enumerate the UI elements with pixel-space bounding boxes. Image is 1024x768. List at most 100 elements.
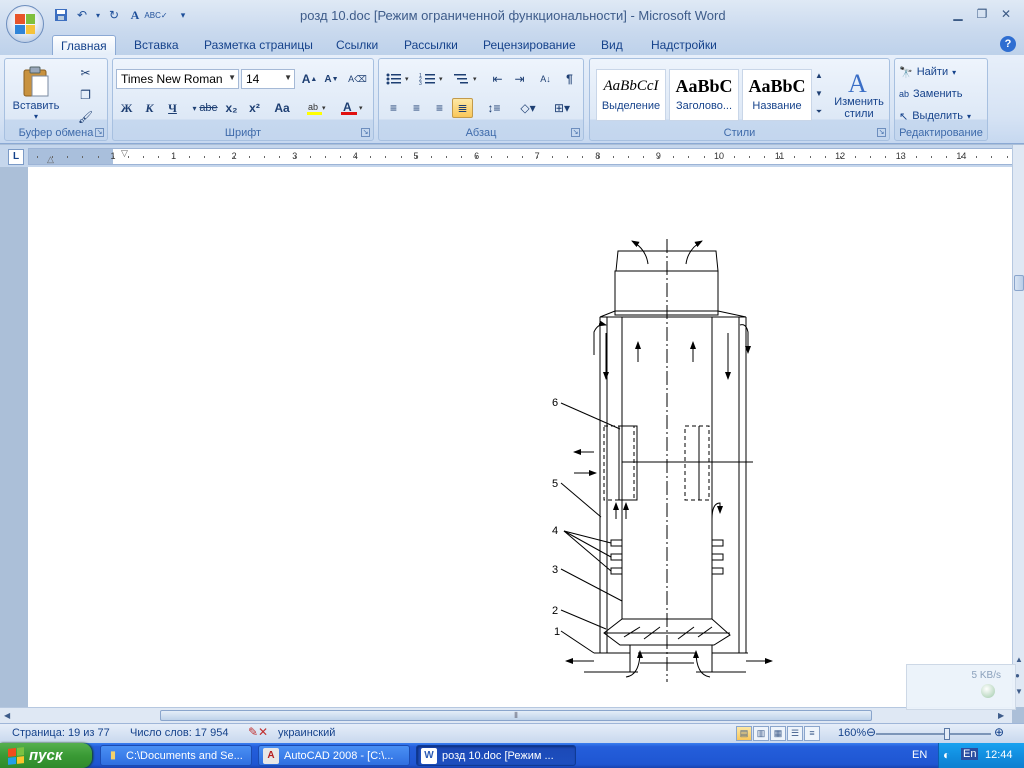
scroll-right-icon[interactable]: ▶ [998,711,1004,720]
tray-language-icon[interactable]: En [961,748,979,760]
style-heading[interactable]: AaBbC Заголово... [669,69,739,121]
tab-references[interactable]: Ссылки [328,35,386,56]
zoom-in-icon[interactable]: ⊕ [994,725,1004,739]
tab-addins[interactable]: Надстройки [643,35,725,56]
justify-icon[interactable]: ≣ [452,98,473,118]
full-screen-icon[interactable]: ▥ [753,726,769,741]
input-language[interactable]: EN [912,749,927,761]
tab-review[interactable]: Рецензирование [475,35,584,56]
horizontal-scrollbar[interactable]: ◀ ⦀ ▶ [0,707,1012,723]
decrease-indent-icon[interactable]: ⇤ [487,69,508,89]
change-case-button[interactable]: Aa [269,98,295,118]
font-size-combo[interactable]: 14 ▼ [241,69,295,89]
word-count[interactable]: Число слов: 17 954 [130,727,228,739]
align-left-icon[interactable]: ≡ [383,98,404,118]
scroll-left-icon[interactable]: ◀ [4,711,10,720]
outline-icon[interactable]: ☰ [787,726,803,741]
styles-scroll-up-icon[interactable]: ▲ [812,67,826,84]
proofing-icon[interactable]: ✎✕ [248,725,268,739]
task-word[interactable]: W розд 10.doc [Режим ... [416,745,576,766]
restore-icon[interactable]: ❐ [974,6,990,22]
paste-dropdown-icon[interactable]: ▾ [34,112,38,121]
spelling-icon[interactable]: ABC✓ [144,6,167,24]
bold-button[interactable]: Ж [116,98,137,118]
text-format-icon[interactable]: A [126,6,144,24]
print-layout-icon[interactable]: ▤ [736,726,752,741]
customize-qat-icon[interactable]: ▾ [174,6,192,24]
font-name-combo[interactable]: Times New Roman ▼ [116,69,239,89]
subscript-button[interactable]: x₂ [221,98,242,118]
highlight-icon[interactable]: ab ▾ [303,98,331,118]
tab-selector-icon[interactable]: L [8,149,24,165]
tab-home[interactable]: Главная [52,35,116,56]
copy-icon[interactable]: ❐ [75,85,96,105]
font-launcher-icon[interactable]: ↘ [361,128,370,137]
italic-button[interactable]: К [139,98,160,118]
close-icon[interactable]: ✕ [998,6,1014,22]
superscript-button[interactable]: x² [244,98,265,118]
styles-scroll-down-icon[interactable]: ▼ [812,85,826,102]
document-page[interactable]: 6 5 4 3 2 1 [28,167,1013,707]
zoom-slider[interactable] [876,728,991,740]
format-painter-icon[interactable]: 🖌 [75,107,96,127]
align-right-icon[interactable]: ≡ [429,98,450,118]
zoom-out-icon[interactable]: ⊖ [866,725,876,739]
increase-indent-icon[interactable]: ⇥ [509,69,530,89]
clock[interactable]: 12:44 [985,749,1013,761]
align-center-icon[interactable]: ≡ [406,98,427,118]
undo-dropdown-icon[interactable]: ▾ [94,6,102,24]
task-autocad[interactable]: A AutoCAD 2008 - [C:\... [258,745,410,766]
cut-icon[interactable]: ✂ [75,63,96,83]
web-layout-icon[interactable]: ▦ [770,726,786,741]
multilevel-list-icon[interactable]: ▾ [451,69,483,89]
start-button[interactable]: пуск [0,743,92,768]
tab-page-layout[interactable]: Разметка страницы [196,35,321,56]
save-icon[interactable] [52,6,70,24]
tray-sound-icon[interactable]: ◐ [943,748,950,762]
help-icon[interactable]: ? [1000,36,1016,52]
minimize-icon[interactable]: ▁ [950,6,966,22]
page-count[interactable]: Страница: 19 из 77 [12,727,110,739]
underline-button[interactable]: Ч [162,98,183,118]
shrink-font-icon[interactable]: A ▼ [321,69,342,89]
shading-icon[interactable]: ◇▾ [513,98,543,118]
zoom-slider-knob[interactable] [944,728,950,740]
numbering-icon[interactable]: 1 2 3 ▾ [417,69,449,89]
left-indent-icon[interactable]: △ [47,154,54,165]
styles-more-icon[interactable]: ⏷ [812,103,826,120]
borders-icon[interactable]: ⊞▾ [547,98,577,118]
strikethrough-button[interactable]: abe [198,98,219,118]
undo-icon[interactable]: ↶ [73,6,91,24]
font-color-icon[interactable]: A ▾ [338,98,368,118]
replace-button[interactable]: ab Заменить [899,85,962,103]
language-indicator[interactable]: украинский [278,727,335,739]
clipboard-launcher-icon[interactable]: ↘ [95,128,104,137]
first-line-indent-icon[interactable]: ▽ [121,148,128,159]
tab-mailings[interactable]: Рассылки [396,35,466,56]
paragraph-launcher-icon[interactable]: ↘ [571,128,580,137]
vertical-scroll-thumb[interactable] [1014,275,1024,291]
prev-page-icon[interactable]: ▲ [1015,655,1023,664]
horizontal-scroll-thumb[interactable]: ⦀ [160,710,872,721]
next-page-icon[interactable]: ▼ [1015,687,1023,696]
horizontal-ruler[interactable]: 1123456789101112131415 ▽ △ [28,148,1024,165]
sort-icon[interactable]: A↓ [535,69,556,89]
grow-font-icon[interactable]: A ▲ [299,69,320,89]
office-button[interactable] [6,5,44,43]
tab-view[interactable]: Вид [593,35,631,56]
vertical-scrollbar[interactable]: ▲ ● ▼ [1012,145,1024,707]
show-marks-icon[interactable]: ¶ [559,69,580,89]
change-styles-button[interactable]: A Изменить стили [830,63,888,125]
zoom-level[interactable]: 160% [838,727,866,739]
paste-button[interactable]: Вставить ▾ [11,61,61,125]
line-spacing-icon[interactable]: ↕≡ [479,98,509,118]
styles-launcher-icon[interactable]: ↘ [877,128,886,137]
redo-icon[interactable]: ↻ [105,6,123,24]
task-explorer[interactable]: ▮ C:\Documents and Se... [100,745,252,766]
bullets-icon[interactable]: ▾ [383,69,415,89]
style-title[interactable]: AaBbC Название [742,69,812,121]
draft-icon[interactable]: ≡ [804,726,820,741]
find-button[interactable]: 🔭 Найти ▾ [899,63,956,81]
select-button[interactable]: ↖ Выделить ▾ [899,107,971,125]
clear-formatting-icon[interactable]: A⌫ [347,69,368,89]
